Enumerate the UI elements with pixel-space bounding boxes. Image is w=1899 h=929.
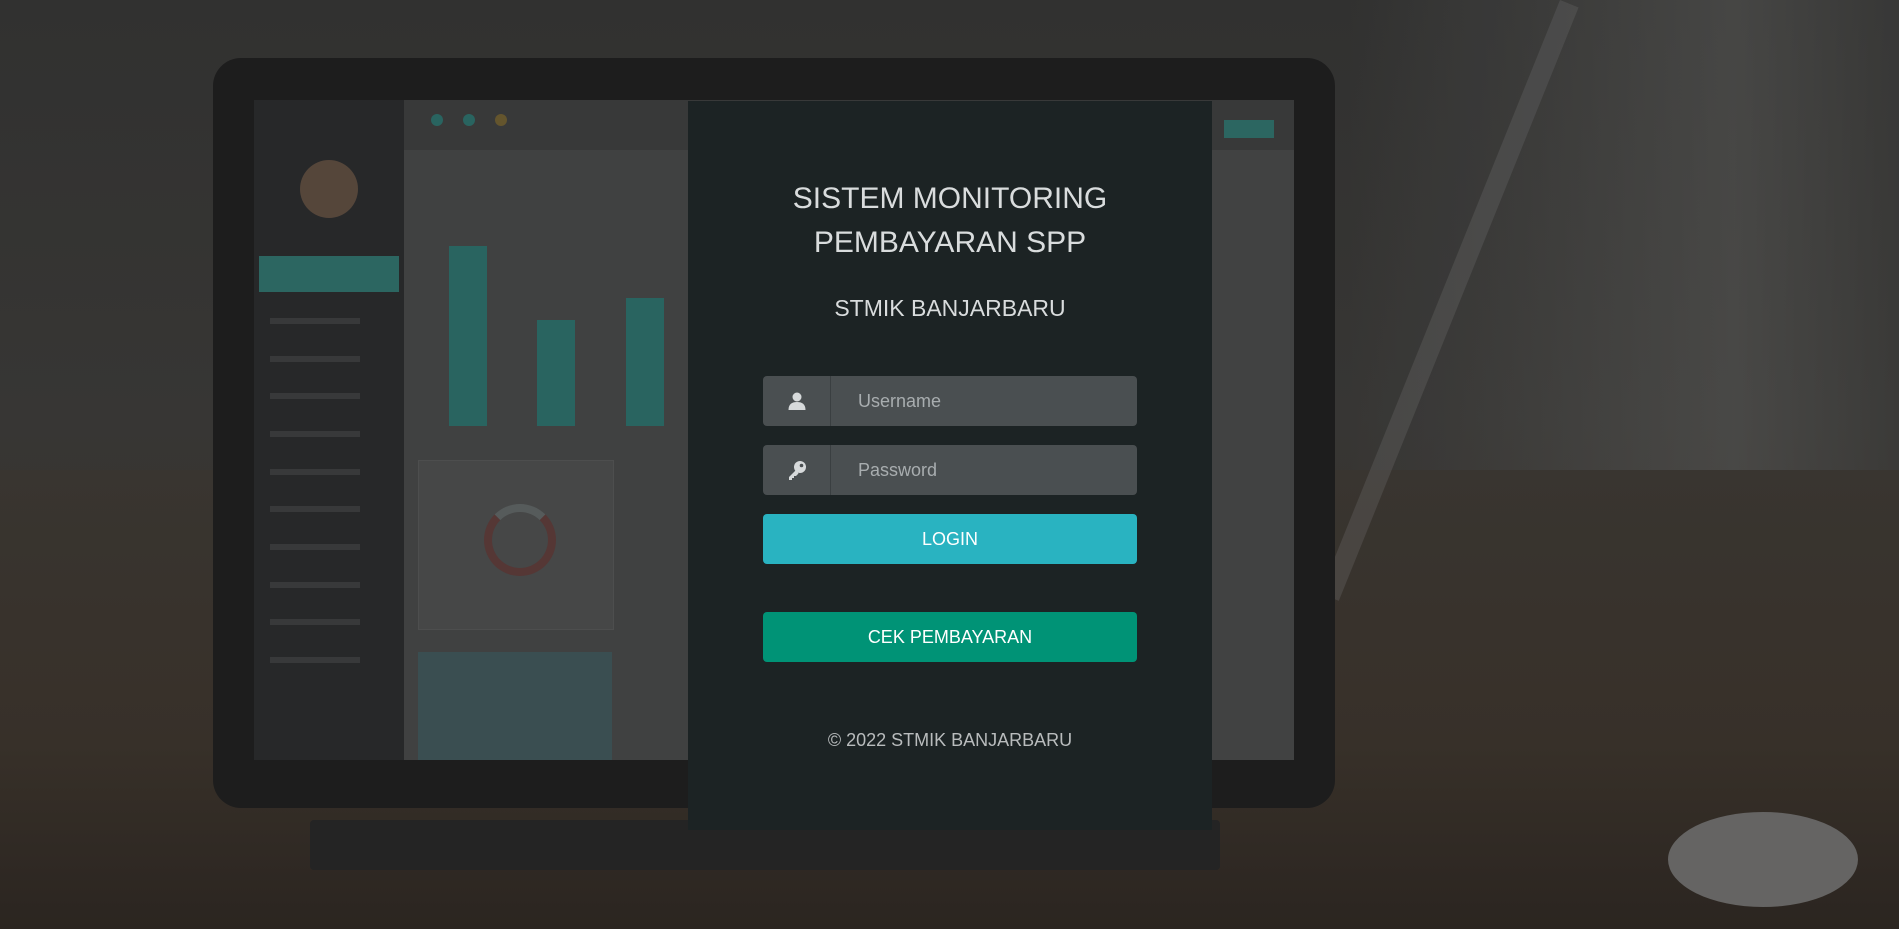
- username-field[interactable]: [763, 376, 1137, 426]
- background-menu-line: [270, 431, 360, 437]
- cek-pembayaran-button[interactable]: CEK PEMBAYARAN: [763, 612, 1137, 662]
- background-menu-line: [270, 506, 360, 512]
- title-line-1: SISTEM MONITORING: [792, 182, 1108, 215]
- background-chart-bar: [626, 298, 664, 426]
- background-dot: [495, 114, 507, 126]
- copyright-footer: © 2022 STMIK BANJARBARU: [827, 730, 1073, 750]
- background-menu-line: [270, 657, 360, 663]
- background-menu-line: [270, 582, 360, 588]
- background-weather-card: [418, 652, 612, 760]
- background-dot: [431, 114, 443, 126]
- user-icon: [763, 376, 831, 426]
- page-title: SISTEM MONITORING PEMBAYARAN SPP: [688, 177, 1212, 265]
- institution-name: STMIK BANJARBARU: [834, 295, 1066, 321]
- background-mouse: [1668, 812, 1858, 907]
- key-icon: [763, 445, 831, 495]
- username-input[interactable]: [831, 376, 1137, 426]
- password-input[interactable]: [831, 445, 1137, 495]
- background-dashboard-right: [1210, 150, 1294, 760]
- background-menu-line: [270, 544, 360, 550]
- background-menu-line: [270, 393, 360, 399]
- background-menu-line: [270, 619, 360, 625]
- background-menu-line: [270, 318, 360, 324]
- background-dot: [463, 114, 475, 126]
- background-chart-bar: [537, 320, 575, 426]
- background-menu-line: [270, 469, 360, 475]
- background-chart-bar: [449, 246, 487, 426]
- login-panel: SISTEM MONITORING PEMBAYARAN SPP STMIK B…: [688, 101, 1212, 830]
- password-field[interactable]: [763, 445, 1137, 495]
- title-line-2: PEMBAYARAN SPP: [813, 226, 1087, 259]
- background-menu-line: [270, 356, 360, 362]
- background-dashboard-button: [1224, 120, 1274, 138]
- background-donut: [484, 504, 556, 576]
- login-button[interactable]: LOGIN: [763, 514, 1137, 564]
- background-dashboard-avatar: [300, 160, 358, 218]
- background-dashboard-active-item: [259, 256, 399, 292]
